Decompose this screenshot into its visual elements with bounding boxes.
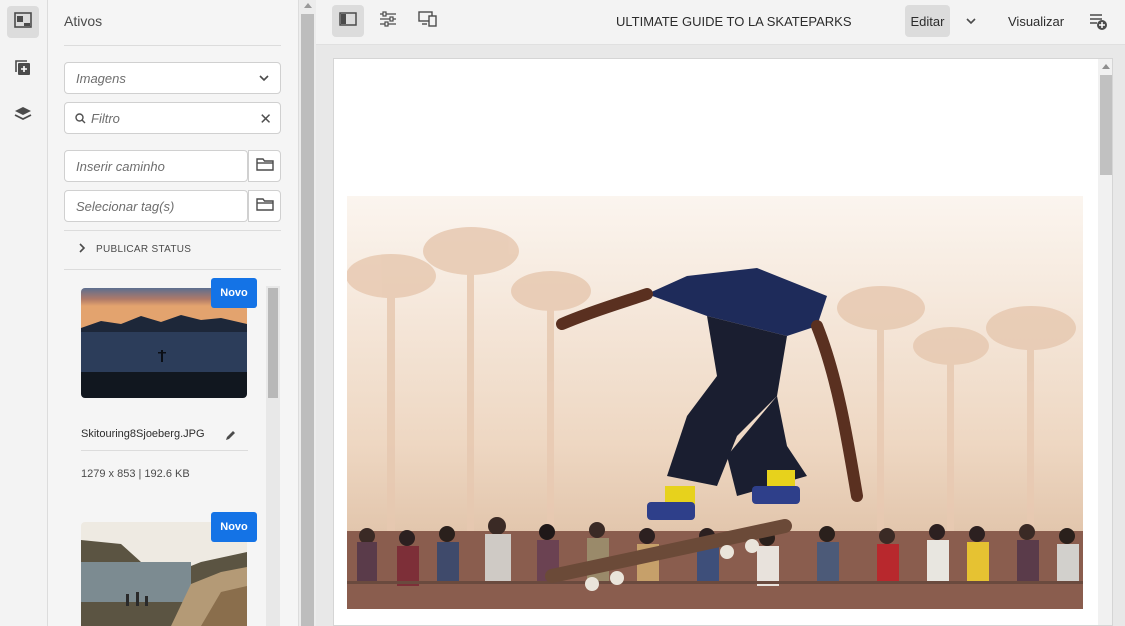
scrollbar-thumb[interactable] — [301, 14, 314, 626]
assets-list-scrollbar[interactable] — [266, 286, 280, 626]
tags-placeholder: Selecionar tag(s) — [76, 198, 175, 214]
path-placeholder: Inserir caminho — [76, 158, 165, 174]
page-preview — [333, 58, 1113, 626]
page-scrollbar[interactable] — [1098, 59, 1112, 625]
emulator-button[interactable] — [412, 5, 444, 37]
toggle-side-panel-button[interactable] — [332, 5, 364, 37]
editor-toolbar: ULTIMATE GUIDE TO LA SKATEPARKS Editar V… — [316, 0, 1125, 45]
edit-icon[interactable] — [225, 428, 236, 446]
divider — [64, 269, 281, 270]
filter-placeholder: Filtro — [91, 110, 120, 126]
chevron-right-icon — [78, 243, 86, 256]
asset-meta: 1279 x 853 | 192.6 KB — [81, 468, 190, 480]
new-badge: Novo — [211, 512, 257, 542]
new-badge: Novo — [211, 278, 257, 308]
asset-finder-button[interactable] — [7, 6, 39, 38]
edit-mode-button[interactable]: Editar — [905, 5, 950, 37]
scrollbar-thumb[interactable] — [1100, 75, 1112, 175]
content-tree-button[interactable] — [7, 100, 39, 132]
editor-canvas — [316, 45, 1125, 626]
asset-type-select[interactable]: Imagens — [64, 62, 281, 94]
panel-title: Ativos — [64, 13, 103, 29]
tags-input[interactable]: Selecionar tag(s) — [64, 190, 248, 222]
page-properties-button[interactable] — [372, 5, 404, 37]
divider — [81, 450, 248, 451]
layers-icon — [14, 105, 32, 128]
browse-path-button[interactable] — [248, 150, 281, 182]
folder-icon — [255, 197, 274, 216]
page-information-icon[interactable] — [1088, 11, 1108, 36]
scrollbar-thumb[interactable] — [268, 288, 278, 398]
scroll-up-icon[interactable] — [304, 3, 312, 8]
side-panel-icon — [339, 11, 357, 31]
hero-image[interactable] — [346, 196, 1083, 609]
path-input[interactable]: Inserir caminho — [64, 150, 248, 182]
divider — [64, 45, 281, 46]
search-icon — [75, 112, 86, 124]
assets-panel: Ativos Imagens Filtro ✕ Inserir caminho … — [48, 0, 298, 626]
clear-icon[interactable]: ✕ — [259, 110, 272, 128]
publish-status-toggle[interactable]: PUBLICAR STATUS — [78, 243, 191, 256]
devices-icon — [418, 10, 438, 32]
publish-status-label: PUBLICAR STATUS — [96, 244, 192, 255]
asset-type-value: Imagens — [76, 70, 126, 86]
components-icon — [14, 59, 32, 82]
folder-icon — [255, 157, 274, 176]
components-button[interactable] — [7, 54, 39, 86]
filter-input[interactable]: Filtro ✕ — [64, 102, 281, 134]
divider — [64, 230, 281, 231]
chevron-down-icon — [258, 72, 270, 87]
page-title: ULTIMATE GUIDE TO LA SKATEPARKS — [616, 14, 852, 29]
asset-finder-icon — [14, 11, 32, 34]
preview-button[interactable]: Visualizar — [1008, 14, 1064, 29]
scroll-up-icon[interactable] — [1102, 64, 1110, 69]
panel-scrollbar[interactable] — [298, 0, 316, 626]
side-rail — [0, 0, 48, 626]
chevron-down-icon[interactable] — [965, 14, 977, 32]
asset-name: Skitouring8Sjoeberg.JPG — [81, 428, 205, 440]
browse-tags-button[interactable] — [248, 190, 281, 222]
sliders-icon — [379, 10, 397, 32]
